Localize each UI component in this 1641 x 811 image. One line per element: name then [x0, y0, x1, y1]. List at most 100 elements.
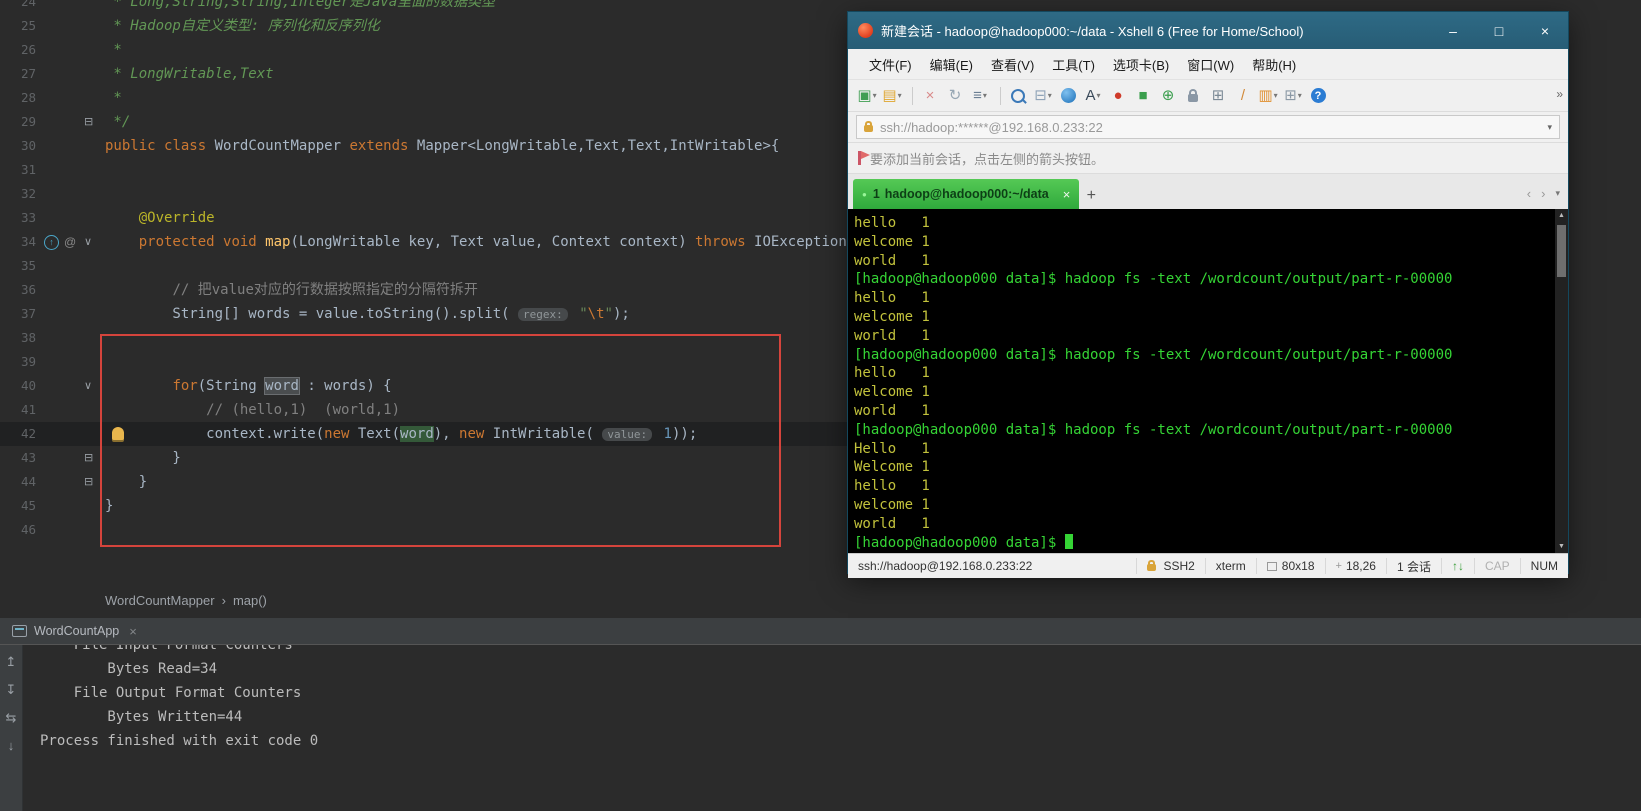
line-number: 37 [20, 306, 36, 321]
terminal-line: welcome 1 [854, 308, 930, 325]
fold-marker-icon[interactable]: ∨ [84, 230, 92, 254]
new-session-icon: ▣ [857, 86, 872, 104]
line-number: 38 [20, 330, 36, 345]
fold-marker-icon[interactable]: ∨ [84, 374, 92, 398]
highlight-pen-button[interactable]: / [1232, 85, 1254, 107]
flag-icon [858, 151, 870, 165]
code-text: // 把value对应的行数据按照指定的分隔符拆开 [172, 282, 478, 298]
tile-windows-icon: ⊞ [1284, 86, 1297, 104]
terminal-line: [hadoop@hadoop000 data]$ hadoop fs -text… [854, 421, 1453, 438]
open-sessions-button[interactable]: ▤ ▾ [881, 85, 903, 107]
scroll-to-end-icon[interactable]: ↓ [8, 737, 15, 755]
fold-marker-icon[interactable]: ⊟ [84, 446, 93, 470]
address-dropdown-icon[interactable]: ▾ [1547, 122, 1552, 133]
keypad-button[interactable]: ⊞ [1207, 85, 1229, 107]
scrollbar-up-icon[interactable]: ▲ [1555, 212, 1568, 219]
title-bar[interactable]: 新建会话 - hadoop@hadoop000:~/data - Xshell … [848, 12, 1568, 49]
code-text: * Hadoop自定义类型: 序列化和反序列化 [105, 18, 380, 34]
session-tab-bar: ● 1 hadoop@hadoop000:~/data × + ‹ › ▾ [848, 174, 1568, 209]
terminal-line: welcome 1 [854, 233, 930, 250]
terminal-scrollbar[interactable]: ▲ ▼ [1555, 209, 1568, 553]
line-number: 32 [20, 186, 36, 201]
new-session-button[interactable]: ▣ ▾ [856, 85, 878, 107]
terminal[interactable]: hello 1 welcome 1 world 1 [hadoop@hadoop000… [848, 209, 1568, 553]
line-number: 27 [20, 66, 36, 81]
session-tab-active[interactable]: ● 1 hadoop@hadoop000:~/data × [853, 179, 1080, 209]
toolbar-overflow-icon[interactable]: » [1556, 87, 1563, 101]
disconnect-button[interactable]: × [919, 85, 941, 107]
encoding-globe-button[interactable] [1057, 85, 1079, 107]
minimize-button[interactable]: – [1430, 12, 1476, 49]
session-properties-icon: ≡ [973, 86, 982, 104]
new-tab-button[interactable]: + [1079, 183, 1103, 209]
line-number: 40 [20, 378, 36, 393]
terminal-line: welcome 1 [854, 384, 930, 401]
status-bar: ssh://hadoop@192.168.0.233:22 SSH2 xterm 80… [848, 553, 1568, 578]
toolbar-separator [1000, 86, 1001, 105]
code-text: */ [105, 114, 131, 130]
menu-item[interactable]: 选项卡(B) [1104, 52, 1178, 77]
file-transfer-button[interactable]: ▥ ▾ [1257, 85, 1279, 107]
breadcrumb-class[interactable]: WordCountMapper [105, 593, 215, 608]
toolbar-separator [912, 86, 913, 105]
run-tab-label[interactable]: WordCountApp [34, 624, 119, 638]
dropdown-arrow-icon: ▾ [1096, 91, 1101, 100]
console-line: File Output Format Counters [40, 685, 310, 701]
terminal-line: [hadoop@hadoop000 data]$ hadoop fs -text… [854, 346, 1453, 363]
new-terminal-button[interactable]: ⊟ ▾ [1032, 85, 1054, 107]
terminal-line: [hadoop@hadoop000 data]$ hadoop fs -text… [854, 271, 1453, 288]
help-icon: ? [1310, 88, 1326, 103]
close-button[interactable]: × [1522, 12, 1568, 49]
menu-bar: 文件(F) 编辑(E) 查看(V) 工具(T) 选项卡(B) 窗口(W) 帮助(H) [848, 49, 1568, 80]
scroll-down-icon[interactable]: ↧ [6, 681, 17, 699]
menu-item[interactable]: 编辑(E) [921, 52, 982, 77]
help-button[interactable]: ? [1307, 85, 1329, 107]
font-button[interactable]: A ▾ [1082, 85, 1104, 107]
console-toolbar: ↥ ↧ ⇆ ↓ [0, 645, 23, 811]
scroll-buttons[interactable]: ↑↓ [1440, 558, 1474, 574]
log-button[interactable]: ■ [1132, 85, 1154, 107]
menu-item[interactable]: 工具(T) [1043, 52, 1104, 77]
tab-scroll-left-icon[interactable]: ‹ [1527, 186, 1531, 201]
tab-scroll-right-icon[interactable]: › [1541, 186, 1545, 201]
line-number: 29 [20, 114, 36, 129]
record-button[interactable]: ● [1107, 85, 1129, 107]
session-tab-close-icon[interactable]: × [1063, 187, 1071, 202]
fold-marker-icon[interactable]: ⊟ [84, 470, 93, 494]
record-icon: ● [1113, 86, 1123, 104]
menu-item[interactable]: 文件(F) [860, 52, 921, 77]
session-tab-number: 1 [872, 187, 880, 201]
maximize-button[interactable]: □ [1476, 12, 1522, 49]
scrollbar-down-icon[interactable]: ▼ [1555, 543, 1568, 550]
run-console-output[interactable]: File Input Format Counters Bytes Read=34… [22, 633, 1641, 811]
breadcrumb-method[interactable]: map() [233, 593, 267, 608]
tab-menu-icon[interactable]: ▾ [1555, 188, 1560, 199]
notice-bar: 要添加当前会话，点击左侧的箭头按钮。 [848, 143, 1568, 174]
line-number: 39 [20, 354, 36, 369]
dropdown-arrow-icon: ▾ [897, 91, 902, 100]
menu-item[interactable]: 窗口(W) [1178, 52, 1243, 77]
run-tab-close-icon[interactable]: × [129, 624, 137, 639]
reconnect-button[interactable]: ↻ [944, 85, 966, 107]
session-properties-button[interactable]: ≡ ▾ [969, 85, 991, 107]
tile-windows-button[interactable]: ⊞ ▾ [1282, 85, 1304, 107]
status-lock-icon [1147, 560, 1157, 571]
terminal-line: world 1 [854, 327, 930, 344]
soft-wrap-icon[interactable]: ⇆ [6, 709, 17, 727]
cursor-position: +18,26 [1324, 558, 1386, 574]
scrollbar-thumb[interactable] [1557, 225, 1566, 277]
line-number: 28 [20, 90, 36, 105]
line-number: 35 [20, 258, 36, 273]
menu-item[interactable]: 查看(V) [982, 52, 1043, 77]
keypad-icon: ⊞ [1211, 86, 1225, 104]
address-input[interactable]: ssh://hadoop:******@192.168.0.233:22 ▾ [856, 115, 1560, 139]
find-button[interactable] [1007, 85, 1029, 107]
line-number: 31 [20, 162, 36, 177]
fullscreen-button[interactable]: ⊕ [1157, 85, 1179, 107]
override-method-icon[interactable]: ↑ [44, 235, 59, 250]
scroll-up-icon[interactable]: ↥ [6, 653, 17, 671]
line-number: 25 [20, 18, 36, 33]
menu-item[interactable]: 帮助(H) [1243, 52, 1305, 77]
lock-button[interactable] [1182, 85, 1204, 107]
fold-marker-icon[interactable]: ⊟ [84, 110, 93, 134]
